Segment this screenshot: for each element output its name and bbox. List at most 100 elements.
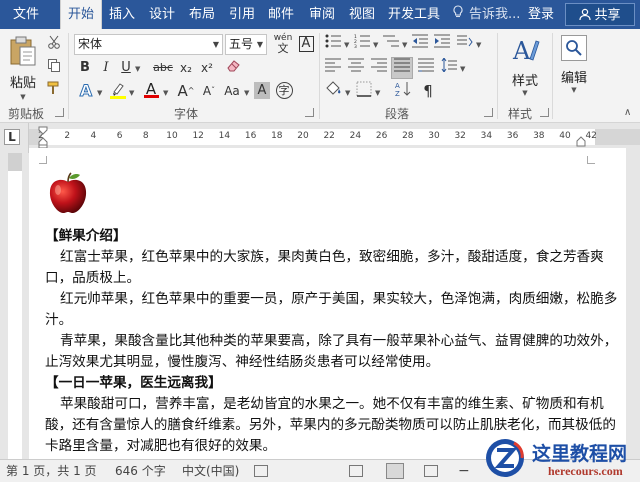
subscript-button[interactable]: x₂: [176, 58, 196, 78]
bold-button[interactable]: B: [75, 58, 95, 78]
highlight-color-button[interactable]: [108, 81, 128, 101]
phonetic-guide-button[interactable]: wén 文: [272, 34, 294, 55]
char-shading-button[interactable]: A: [252, 81, 272, 101]
align-left-button[interactable]: [323, 58, 343, 78]
tab-insert[interactable]: 插入: [104, 0, 140, 29]
align-left-icon: [325, 58, 341, 72]
chinese-layout-icon: [457, 35, 473, 47]
chevron-down-icon[interactable]: ▼: [129, 89, 134, 97]
document-body[interactable]: 【鲜果介绍】 红富士苹果，红色苹果中的大家族，果肉黄白色，致密细脆，多汁，酸甜适…: [45, 226, 619, 457]
vertical-scrollbar[interactable]: [626, 148, 640, 459]
tab-references[interactable]: 引用: [224, 0, 260, 29]
paragraph-group-label: 段落: [385, 107, 410, 121]
font-launcher-icon[interactable]: [305, 108, 314, 117]
chevron-down-icon[interactable]: ▼: [402, 41, 407, 49]
horizontal-ruler[interactable]: 2 2 4 6 8 10 12 14 16 18 20 22 24 26 28 30 32 34 36 38 40 42: [29, 126, 640, 148]
chevron-down-icon[interactable]: ▼: [97, 89, 102, 97]
tab-file[interactable]: 文件: [6, 0, 46, 29]
tab-design[interactable]: 设计: [144, 0, 180, 29]
tell-me-search[interactable]: 告诉我...: [453, 0, 520, 29]
italic-button[interactable]: I: [96, 58, 116, 78]
share-button[interactable]: 共享: [565, 3, 635, 26]
font-color-button[interactable]: A: [141, 79, 161, 99]
zoom-out-icon[interactable]: −: [458, 460, 470, 482]
increase-indent-button[interactable]: [432, 34, 452, 54]
shading-button[interactable]: [323, 81, 343, 101]
print-layout-icon[interactable]: [386, 463, 404, 479]
format-painter-button[interactable]: [44, 81, 64, 101]
clear-formatting-button[interactable]: [224, 58, 244, 78]
paragraph-launcher-icon[interactable]: [484, 108, 493, 117]
styles-launcher-icon[interactable]: [540, 108, 549, 117]
cut-button[interactable]: [44, 35, 64, 55]
chevron-down-icon[interactable]: ▼: [373, 41, 378, 49]
web-layout-icon[interactable]: [424, 465, 438, 477]
chevron-down-icon[interactable]: ▼: [244, 89, 249, 97]
tab-developer[interactable]: 开发工具: [383, 0, 445, 29]
align-center-button[interactable]: [346, 58, 366, 78]
justify-button[interactable]: [391, 57, 413, 79]
chinese-layout-button[interactable]: [455, 34, 475, 54]
group-separator: [319, 33, 320, 119]
tab-mailings[interactable]: 邮件: [263, 0, 299, 29]
numbering-button[interactable]: 123: [352, 34, 372, 54]
paragraph: 红富士苹果，红色苹果中的大家族，果肉黄白色，致密细脆，多汁，酸甜适度，食之芳香爽…: [45, 249, 604, 286]
collapse-ribbon-icon[interactable]: ∧: [624, 107, 631, 118]
superscript-button[interactable]: x²: [197, 58, 217, 78]
numbered-list-icon: 123: [354, 34, 370, 50]
paste-icon: [10, 36, 36, 66]
line-spacing-button[interactable]: [439, 57, 459, 78]
login-link[interactable]: 登录: [528, 0, 554, 29]
document-page[interactable]: 【鲜果介绍】 红富士苹果，红色苹果中的大家族，果肉黄白色，致密细脆，多汁，酸甜适…: [29, 148, 626, 459]
text-effects-button[interactable]: A: [76, 81, 96, 101]
tab-view[interactable]: 视图: [344, 0, 380, 29]
sort-button[interactable]: AZ: [394, 81, 414, 101]
tab-selector[interactable]: L: [0, 123, 29, 153]
align-right-button[interactable]: [369, 58, 389, 78]
grow-font-button[interactable]: A^: [176, 81, 196, 101]
tab-review[interactable]: 审阅: [304, 0, 340, 29]
caret-down-icon: ˇ: [211, 86, 216, 95]
page-count[interactable]: 第 1 页，共 1 页: [6, 460, 97, 482]
chevron-down-icon[interactable]: ▼: [345, 89, 350, 97]
enclose-char-button[interactable]: 字: [274, 81, 294, 101]
clipboard-launcher-icon[interactable]: [55, 108, 64, 117]
macro-record-icon[interactable]: [254, 465, 268, 477]
copy-button[interactable]: [44, 58, 64, 78]
chevron-down-icon[interactable]: ▼: [460, 65, 465, 73]
font-size-combo[interactable]: 五号 ▼: [225, 34, 267, 55]
apple-image[interactable]: [46, 170, 90, 216]
bullets-button[interactable]: [323, 34, 343, 54]
ruler-number: 2: [64, 131, 71, 141]
paste-button[interactable]: 粘贴 ▼: [6, 35, 40, 101]
read-mode-icon[interactable]: [349, 465, 363, 477]
word-count[interactable]: 646 个字: [115, 460, 166, 482]
ruler-number: 40: [559, 131, 571, 141]
decrease-indent-button[interactable]: [410, 34, 430, 54]
chevron-down-icon[interactable]: ▼: [476, 41, 481, 49]
editing-button[interactable]: 编辑 ▼: [558, 35, 590, 101]
ruler-number: 28: [402, 131, 414, 141]
distributed-button[interactable]: [416, 58, 436, 78]
document-area[interactable]: 【鲜果介绍】 红富士苹果，红色苹果中的大家族，果肉黄白色，致密细脆，多汁，酸甜适…: [29, 148, 640, 459]
tab-home[interactable]: 开始: [60, 0, 102, 29]
styles-button[interactable]: A 样式 ▼: [506, 35, 544, 101]
chevron-down-icon[interactable]: ▼: [344, 41, 349, 49]
multilevel-list-button[interactable]: [381, 34, 401, 54]
char-border-button[interactable]: A: [296, 34, 316, 54]
show-marks-button[interactable]: ¶: [418, 81, 438, 101]
chevron-down-icon[interactable]: ▼: [135, 65, 140, 73]
right-indent-marker-icon[interactable]: [576, 136, 586, 148]
shrink-font-button[interactable]: Aˇ: [199, 81, 219, 101]
font-name-combo[interactable]: 宋体 ▼: [74, 34, 223, 55]
chevron-down-icon: ▼: [20, 93, 26, 101]
underline-button[interactable]: U: [116, 58, 136, 78]
language-indicator[interactable]: 中文(中国): [182, 460, 239, 482]
indent-marker-icon[interactable]: [38, 126, 48, 148]
strikethrough-button[interactable]: abc: [151, 58, 175, 78]
chevron-down-icon[interactable]: ▼: [163, 89, 168, 97]
tab-layout[interactable]: 布局: [184, 0, 220, 29]
chevron-down-icon[interactable]: ▼: [375, 89, 380, 97]
borders-button[interactable]: [354, 81, 374, 101]
change-case-button[interactable]: Aa: [222, 81, 242, 101]
